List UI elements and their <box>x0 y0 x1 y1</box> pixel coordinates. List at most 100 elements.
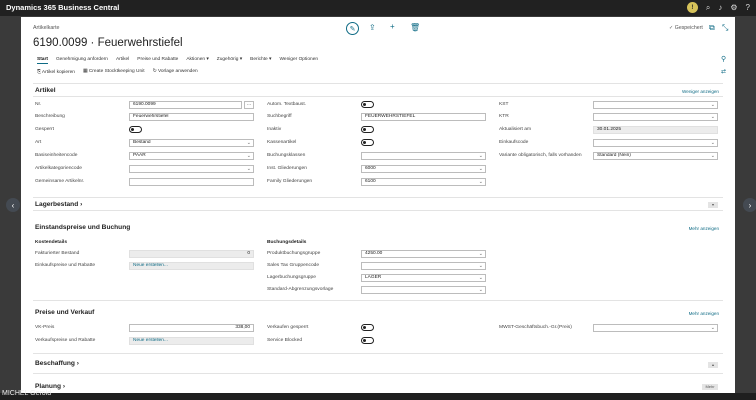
family-select[interactable]: 6100 ⌄ <box>361 178 486 186</box>
kassenartikel-toggle[interactable] <box>361 139 374 146</box>
nr-assist-button[interactable]: … <box>244 101 254 109</box>
divider <box>33 300 723 301</box>
pin-icon[interactable]: ⚲ <box>721 55 726 63</box>
taskbar-user: MICHEL Gerold <box>2 390 52 397</box>
expand-beschaffung-button[interactable]: ▴ <box>708 362 718 368</box>
apply-template-button[interactable]: ↻ Vorlage anwenden <box>153 69 198 75</box>
aktualisiert-field: 30.01.2025 <box>593 126 718 134</box>
menu-berichte[interactable]: Berichte ▾ <box>250 57 271 64</box>
nr-field[interactable]: 6190.0099 <box>129 101 242 109</box>
menu-start[interactable]: Start <box>37 57 48 64</box>
suchbegriff-field[interactable]: FEUERWEHRSTIEFEL <box>361 113 486 121</box>
inst-gliederung-select[interactable]: 6000 ⌄ <box>361 165 486 173</box>
show-more-link[interactable]: Mehr anzeigen <box>689 226 719 231</box>
chevron-down-icon: ⌄ <box>246 140 251 146</box>
settings-icon[interactable]: ⚙ <box>730 3 737 12</box>
section-einstand-title[interactable]: Einstandspreise und Buchung <box>35 224 130 231</box>
app-bar: Dynamics 365 Business Central ! ⌕ ♪ ⚙ ? <box>0 0 756 16</box>
gemeinsame-field[interactable] <box>129 178 254 186</box>
autotext-toggle[interactable] <box>361 101 374 108</box>
section-planung-title[interactable]: Planung › <box>35 383 65 390</box>
open-new-window-icon[interactable]: ⧉ <box>709 23 715 33</box>
section-lagerbestand-title[interactable]: Lagerbestand › <box>35 201 82 208</box>
kategorie-select[interactable]: ⌄ <box>129 165 254 173</box>
page-title: 6190.0099 · Feuerwehrstiefel <box>33 37 183 49</box>
share-icon[interactable]: ⇪ <box>369 23 376 32</box>
suchbegriff-label: Suchbegriff <box>267 114 292 119</box>
section-preise-title[interactable]: Preise und Verkauf <box>35 309 94 316</box>
kostendetails-heading: Kostendetails <box>35 240 68 245</box>
chevron-right-icon: › <box>62 383 66 390</box>
lagerbuchung-select[interactable]: LAGER ⌄ <box>361 274 486 282</box>
einkaufspreise-link[interactable]: Neue erstellen... <box>129 262 254 270</box>
gesperrt-toggle[interactable] <box>129 126 142 133</box>
edit-icon[interactable]: ✎ <box>346 22 359 35</box>
service-blocked-label: Service Blocked <box>267 338 303 343</box>
service-blocked-toggle[interactable] <box>361 337 374 344</box>
chevron-down-icon: ⌄ <box>478 251 483 257</box>
create-sku-button[interactable]: ▦ Create Stocktkeeping Unit <box>83 69 145 75</box>
sales-tax-label: Sales Tax Gruppencode <box>267 263 320 268</box>
menu-preise[interactable]: Preise und Rabatte <box>137 57 178 64</box>
sales-tax-select[interactable]: ⌄ <box>361 262 486 270</box>
chevron-down-icon: ⌄ <box>710 114 715 120</box>
chevron-down-icon: ⌄ <box>478 287 483 293</box>
section-artikel-title[interactable]: Artikel <box>35 87 56 94</box>
art-select[interactable]: Bestand ⌄ <box>129 139 254 147</box>
buchungsklassen-label: Buchungsklassen <box>267 153 306 158</box>
produkt-select[interactable]: 4250.00 ⌄ <box>361 250 486 258</box>
verkaufspreise-link[interactable]: Neue erstellen... <box>129 337 254 345</box>
verkauf-gesperrt-label: Verkaufen gesperrt <box>267 325 309 330</box>
divider <box>33 197 723 198</box>
standard-abgrenzung-select[interactable]: ⌄ <box>361 286 486 294</box>
personalize-icon[interactable]: ⇄ <box>721 68 726 75</box>
inaktiv-toggle[interactable] <box>361 126 374 133</box>
beschreibung-label: Beschreibung <box>35 114 65 119</box>
variante-select[interactable]: Standard (Nein) ⌄ <box>593 152 718 160</box>
bell-icon[interactable]: ♪ <box>718 3 722 12</box>
planung-more-button[interactable]: Mehr <box>702 384 718 390</box>
menu-genehmigung[interactable]: Genehmigung anfordern <box>56 57 108 64</box>
app-title: Dynamics 365 Business Central <box>6 3 120 12</box>
notification-icon[interactable]: ! <box>686 2 698 13</box>
vkpreis-label: VK-Preis <box>35 325 55 330</box>
copy-item-button[interactable]: ⎘ Artikel kopieren <box>37 69 75 75</box>
menu-weniger[interactable]: Weniger Optionen <box>279 57 318 64</box>
menu-zugehoerig[interactable]: Zugehörig ▾ <box>217 57 242 64</box>
chevron-down-icon: ⌄ <box>478 275 483 281</box>
vkpreis-field[interactable]: 338,00 <box>129 324 254 332</box>
collapse-icon[interactable]: ⤡ <box>722 23 728 33</box>
mwst-label: MWST-Geschäftsbuch.-Gr.(Preis) <box>499 325 572 330</box>
breadcrumb: Artikelkarte <box>33 25 60 31</box>
menu-aktionen[interactable]: Aktionen ▾ <box>186 57 208 64</box>
saved-status: ✓ Gespeichert <box>669 25 703 31</box>
basiseinheit-label: Basiseinheitencode <box>35 153 78 158</box>
ktr-select[interactable]: ⌄ <box>593 113 718 121</box>
family-label: Family Gliederungen <box>267 179 313 184</box>
kategorie-label: Artikelkategoriencode <box>35 166 83 171</box>
action-menu: Start Genehmigung anfordern Artikel Prei… <box>37 57 318 64</box>
einkauf-select[interactable]: ⌄ <box>593 139 718 147</box>
inaktiv-label: Inaktiv <box>267 127 282 132</box>
basiseinheit-select[interactable]: PAAR ⌄ <box>129 152 254 160</box>
show-more-link[interactable]: Mehr anzeigen <box>689 311 719 316</box>
standard-abgrenzung-label: Standard-Abgrenzungsvorlage <box>267 287 334 292</box>
nav-back-button[interactable]: ‹ <box>6 198 20 212</box>
buchungsklassen-select[interactable]: ⌄ <box>361 152 486 160</box>
divider <box>33 373 723 374</box>
search-icon[interactable]: ⌕ <box>706 3 710 13</box>
verkauf-gesperrt-toggle[interactable] <box>361 324 374 331</box>
lagerbuchung-label: Lagerbuchungsgruppe <box>267 275 316 280</box>
add-icon[interactable]: + <box>390 22 395 31</box>
expand-lagerbestand-button[interactable]: ▾ <box>708 202 718 208</box>
mwst-select[interactable]: ⌄ <box>593 324 718 332</box>
beschreibung-field[interactable]: Feuerwehrstiefel <box>129 113 254 121</box>
show-less-link[interactable]: Weniger anzeigen <box>682 89 719 94</box>
menu-artikel[interactable]: Artikel <box>116 57 129 64</box>
nav-next-button[interactable]: › <box>743 198 756 212</box>
help-icon[interactable]: ? <box>746 3 750 12</box>
section-beschaffung-title[interactable]: Beschaffung › <box>35 360 79 367</box>
delete-icon[interactable]: 🗑 <box>410 23 420 32</box>
chevron-down-icon: ⌄ <box>478 179 483 185</box>
kst-select[interactable]: ⌄ <box>593 101 718 109</box>
